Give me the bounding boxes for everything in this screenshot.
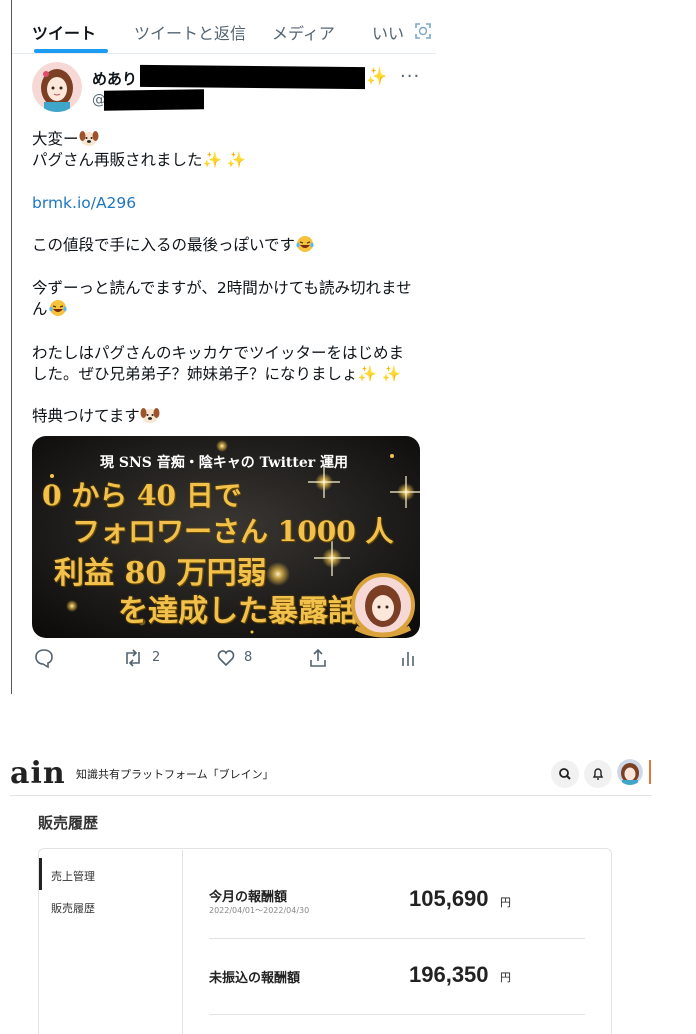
- sparkle-icon: ✨ ✨: [357, 365, 402, 383]
- tweet-image-banner[interactable]: 現 SNS 音痴・陰キャの Twitter 運用 0 から 40 日で フォロワ…: [32, 436, 420, 638]
- brain-tagline: 知識共有プラットフォーム「ブレイン」: [76, 768, 274, 781]
- tweet-line: パグさん再販されました✨ ✨: [32, 150, 422, 171]
- panel-border: [11, 0, 12, 694]
- banner-subtitle: 現 SNS 音痴・陰キャの Twitter 運用: [100, 455, 348, 471]
- currency-unit: 円: [500, 971, 511, 984]
- profile-tabs: ツイート ツイートと返信 メディア いい: [12, 0, 436, 54]
- sales-card: [38, 848, 612, 1034]
- row-divider: [209, 938, 585, 939]
- monthly-reward-period: 2022/04/01～2022/04/30: [209, 906, 310, 915]
- tweet-link[interactable]: brmk.io/A296: [32, 194, 136, 212]
- more-options-icon[interactable]: ···: [400, 66, 420, 87]
- banner-avatar-icon: [351, 573, 415, 638]
- tweet-line: わたしはパグさんのキッカケでツイッターをはじめま: [32, 344, 405, 362]
- bell-icon: [592, 768, 604, 780]
- redaction-bar: [104, 89, 204, 111]
- analytics-icon[interactable]: [400, 646, 416, 670]
- tweet-line: brmk.io/A296: [32, 193, 422, 214]
- laughing-emoji-icon: [48, 299, 68, 323]
- redaction-bar: [140, 64, 365, 90]
- accent-bar: [649, 760, 651, 784]
- tab-tweets[interactable]: ツイート: [32, 20, 96, 44]
- tab-media[interactable]: メディア: [272, 20, 335, 44]
- page-title: 販売履歴: [38, 814, 99, 832]
- reply-icon[interactable]: [34, 646, 54, 670]
- tweet-line: 特典つけてます: [32, 406, 422, 430]
- tab-likes[interactable]: いい: [372, 20, 404, 44]
- tweet-text: この値段で手に入るの最後っぽいです: [32, 236, 296, 254]
- sparkle-icon: ✨: [366, 67, 388, 87]
- tweet-actions: 2 8: [32, 646, 422, 670]
- notification-button[interactable]: [584, 760, 612, 788]
- tweet-line: した。ぜひ兄弟弟子？姉妹弟子？になりましょ✨ ✨: [32, 364, 422, 385]
- search-icon: [559, 768, 571, 780]
- tweet-text: ん: [32, 300, 48, 318]
- header-divider: [10, 795, 652, 796]
- unpaid-reward-label: 未振込の報酬額: [209, 971, 301, 986]
- tweet-text: した。ぜひ兄弟弟子？姉妹弟子？になりましょ: [32, 365, 358, 383]
- tab-tweets-and-replies[interactable]: ツイートと返信: [134, 20, 246, 44]
- author-name[interactable]: めあり: [92, 68, 137, 89]
- brain-logo[interactable]: ain: [10, 756, 66, 791]
- tweet-text: パグさん再販されました: [32, 151, 203, 169]
- active-tab-indicator: [34, 49, 108, 53]
- author-avatar[interactable]: [32, 62, 82, 112]
- tweet-line: ん: [32, 299, 422, 323]
- tweet-line: この値段で手に入るの最後っぽいです: [32, 235, 422, 259]
- banner-line: フォロワーさん 1000 人: [72, 515, 394, 548]
- like-count: 8: [244, 650, 253, 665]
- unpaid-reward-amount: 196,350: [409, 962, 489, 987]
- search-button[interactable]: [551, 760, 579, 788]
- user-avatar[interactable]: [617, 759, 643, 785]
- tweet-line: 今ずーっと読んでますが、2時間かけても読み切れませ: [32, 279, 412, 297]
- sidebar-divider: [182, 850, 183, 1034]
- share-icon[interactable]: [308, 646, 328, 670]
- scan-icon[interactable]: [414, 22, 432, 40]
- tweet-text: 特典つけてます: [32, 407, 140, 425]
- currency-unit: 円: [500, 896, 511, 909]
- banner-line: を達成した暴露話: [118, 594, 358, 629]
- like-icon[interactable]: [216, 646, 236, 670]
- sidebar-item-sales-history[interactable]: 販売履歴: [51, 900, 95, 916]
- retweet-icon[interactable]: [122, 646, 144, 670]
- banner-line: 0 から 40 日で: [42, 479, 242, 512]
- row-divider: [209, 1014, 585, 1015]
- monthly-reward-amount: 105,690: [409, 886, 489, 911]
- dog-emoji-icon: [140, 406, 160, 430]
- laughing-emoji-icon: [295, 235, 315, 259]
- sparkle-icon: ✨ ✨: [202, 151, 247, 169]
- monthly-reward-label: 今月の報酬額: [209, 890, 288, 905]
- tweet-panel: ツイート ツイートと返信 メディア いい めあり @ ✨ ··· 大変ー パグさ…: [0, 0, 436, 694]
- sidebar-item-sales-management[interactable]: 売上管理: [51, 868, 95, 884]
- sidebar-active-indicator: [39, 858, 42, 890]
- tweet-text: 大変ー: [32, 130, 79, 148]
- retweet-count: 2: [152, 650, 161, 665]
